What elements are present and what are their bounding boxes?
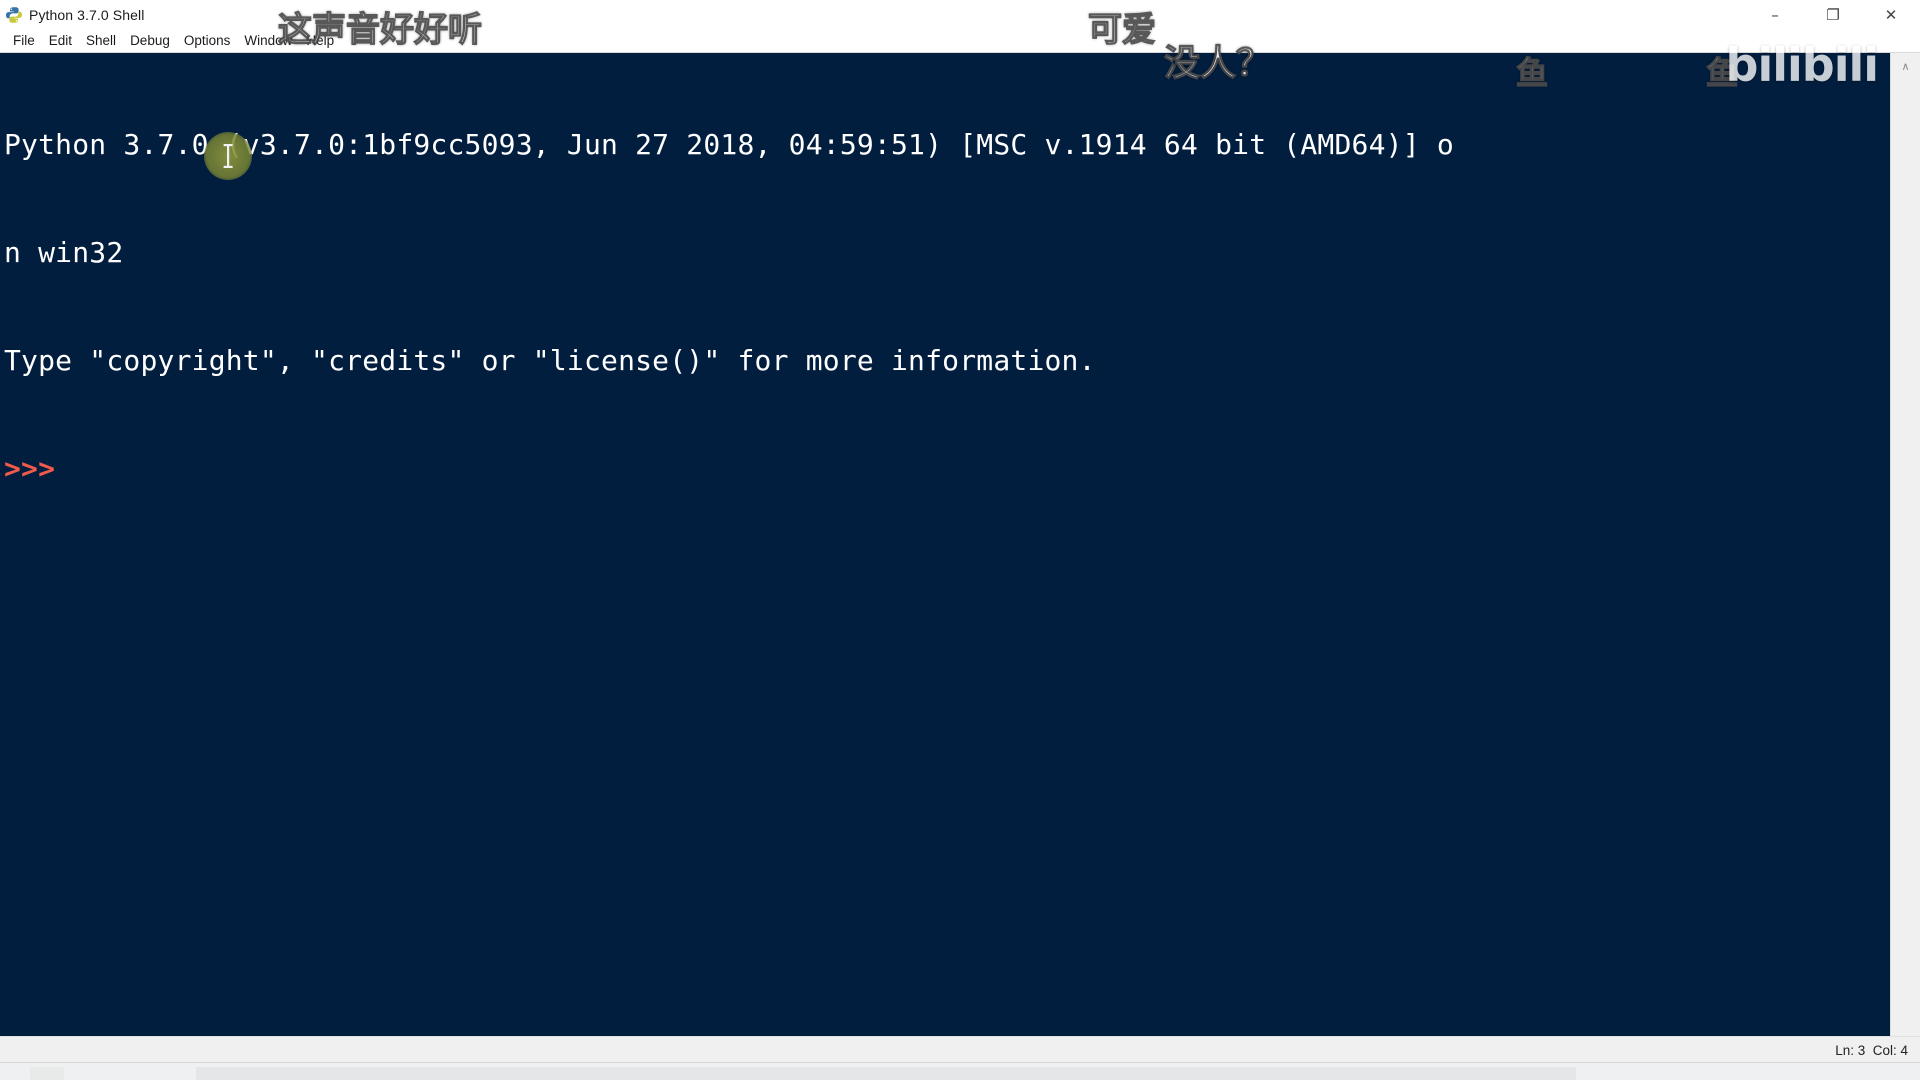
scroll-up-arrow-icon[interactable]: ∧ (1891, 53, 1920, 79)
close-button[interactable]: ✕ (1862, 0, 1920, 30)
menu-item-window[interactable]: Window (237, 32, 299, 50)
restore-button[interactable]: ❐ (1804, 0, 1862, 30)
taskbar-item-left[interactable] (30, 1067, 64, 1080)
shell-line-banner-1: Python 3.7.0 (v3.7.0:1bf9cc5093, Jun 27 … (4, 128, 1454, 161)
shell-output-textarea[interactable]: Python 3.7.0 (v3.7.0:1bf9cc5093, Jun 27 … (0, 53, 1890, 1036)
vertical-scrollbar[interactable]: ∧ (1890, 53, 1920, 1036)
shell-line-banner-2: n win32 (4, 236, 124, 269)
status-bar: Ln: 3 Col: 4 (0, 1036, 1920, 1063)
taskbar-item-main[interactable] (196, 1067, 1576, 1080)
menu-item-help[interactable]: Help (299, 32, 341, 50)
shell-text-region: Python 3.7.0 (v3.7.0:1bf9cc5093, Jun 27 … (0, 53, 1920, 1036)
menu-bar: File Edit Shell Debug Options Window Hel… (0, 30, 1920, 53)
windows-taskbar[interactable] (0, 1062, 1920, 1080)
scrollbar-track[interactable] (1891, 79, 1920, 1036)
menu-item-file[interactable]: File (6, 32, 42, 50)
window-controls: – ❐ ✕ (1746, 0, 1920, 30)
menu-item-edit[interactable]: Edit (42, 32, 79, 50)
minimize-button[interactable]: – (1746, 0, 1804, 30)
shell-prompt-line: >>> (4, 451, 1890, 487)
python-logo-icon (5, 6, 23, 24)
menu-item-options[interactable]: Options (177, 32, 238, 50)
minimize-icon: – (1771, 5, 1779, 24)
window-title: Python 3.7.0 Shell (29, 7, 145, 23)
prompt-symbol: >>> (4, 452, 56, 485)
cursor-position-status: Ln: 3 Col: 4 (1835, 1042, 1908, 1058)
title-bar: Python 3.7.0 Shell – ❐ ✕ (0, 0, 1920, 30)
restore-icon: ❐ (1826, 5, 1840, 24)
shell-line-banner-3: Type "copyright", "credits" or "license(… (4, 344, 1096, 377)
python-idle-shell-window: Python 3.7.0 Shell – ❐ ✕ File Edit Shell… (0, 0, 1920, 1063)
menu-item-debug[interactable]: Debug (123, 32, 177, 50)
menu-item-shell[interactable]: Shell (79, 32, 123, 50)
close-icon: ✕ (1884, 5, 1898, 24)
screen: Python 3.7.0 Shell – ❐ ✕ File Edit Shell… (0, 0, 1920, 1080)
